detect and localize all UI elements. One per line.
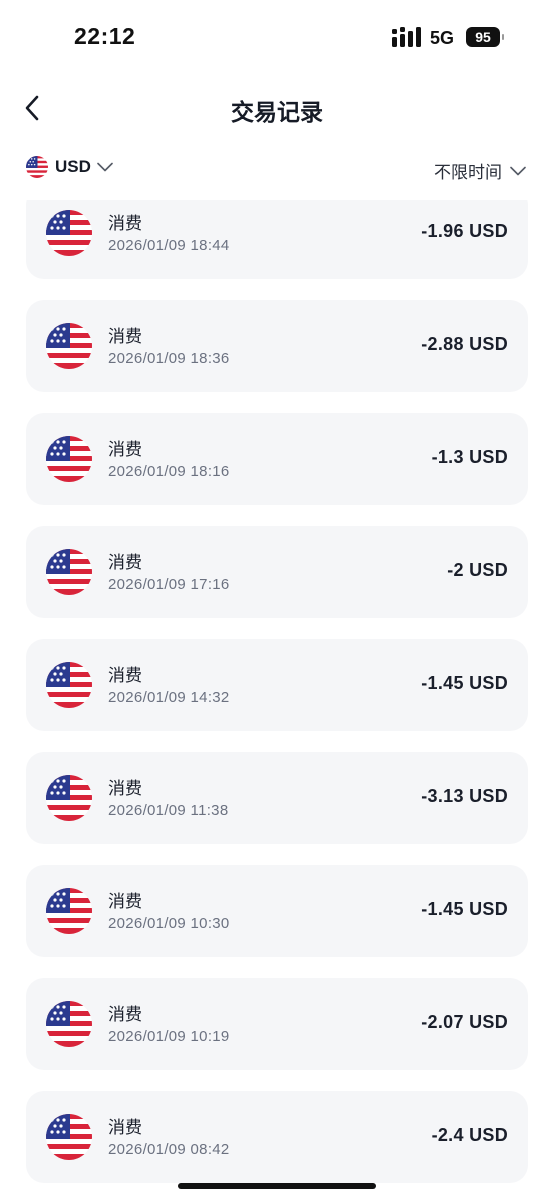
- home-indicator: [178, 1183, 376, 1189]
- transaction-type: 消费: [108, 214, 142, 233]
- transaction-card[interactable]: 消费 2026/01/09 11:38 -3.13 USD: [26, 752, 528, 844]
- us-flag-icon: [46, 323, 92, 369]
- us-flag-icon: [46, 1001, 92, 1047]
- transaction-time: 2026/01/09 10:19: [108, 1028, 230, 1045]
- transaction-card[interactable]: 消费 2026/01/09 18:44 -1.96 USD: [26, 200, 528, 279]
- transaction-type: 消费: [108, 779, 142, 798]
- transaction-amount: -2.07 USD: [421, 1012, 508, 1032]
- transaction-amount: -1.45 USD: [421, 899, 508, 919]
- us-flag-icon: [46, 888, 92, 934]
- time-filter-label: 不限时间: [434, 163, 502, 182]
- battery-icon: 95: [466, 27, 504, 47]
- transaction-time: 2026/01/09 14:32: [108, 689, 230, 706]
- status-time: 22:12: [74, 23, 136, 49]
- transaction-amount: -2 USD: [447, 560, 508, 580]
- currency-filter-label: USD: [55, 157, 91, 176]
- transaction-card[interactable]: 消费 2026/01/09 10:30 -1.45 USD: [26, 865, 528, 957]
- network-label: 5G: [430, 28, 455, 48]
- transaction-card[interactable]: 消费 2026/01/09 10:19 -2.07 USD: [26, 978, 528, 1070]
- transaction-time: 2026/01/09 08:42: [108, 1141, 230, 1158]
- transaction-type: 消费: [108, 1118, 142, 1137]
- nav-bar: 交易记录: [0, 76, 554, 140]
- transaction-time: 2026/01/09 17:16: [108, 576, 230, 593]
- transaction-time: 2026/01/09 18:44: [108, 237, 230, 254]
- currency-filter-dropdown[interactable]: USD: [26, 156, 113, 178]
- transaction-time: 2026/01/09 18:36: [108, 350, 230, 367]
- transaction-type: 消费: [108, 666, 142, 685]
- filter-row: USD 不限时间: [0, 150, 554, 190]
- us-flag-icon: [46, 775, 92, 821]
- transaction-time: 2026/01/09 10:30: [108, 915, 230, 932]
- time-filter-dropdown[interactable]: 不限时间: [434, 158, 526, 183]
- transaction-amount: -2.88 USD: [421, 334, 508, 354]
- transaction-type: 消费: [108, 327, 142, 346]
- transaction-time: 2026/01/09 18:16: [108, 463, 230, 480]
- us-flag-icon: [46, 210, 92, 256]
- transaction-type: 消费: [108, 553, 142, 572]
- battery-level: 95: [466, 27, 500, 47]
- transaction-type: 消费: [108, 892, 142, 911]
- transaction-card[interactable]: 消费 2026/01/09 17:16 -2 USD: [26, 526, 528, 618]
- transaction-card[interactable]: 消费 2026/01/09 08:42 -2.4 USD: [26, 1091, 528, 1183]
- transaction-type: 消费: [108, 440, 142, 459]
- status-bar: 22:12 5G 95: [0, 0, 554, 76]
- us-flag-icon: [46, 436, 92, 482]
- chevron-down-icon: [97, 162, 113, 172]
- transaction-time: 2026/01/09 11:38: [108, 802, 229, 819]
- us-flag-icon: [46, 662, 92, 708]
- page-title: 交易记录: [231, 99, 323, 125]
- signal-icon: [392, 27, 421, 47]
- transaction-type: 消费: [108, 1005, 142, 1024]
- transaction-card[interactable]: 消费 2026/01/09 18:36 -2.88 USD: [26, 300, 528, 392]
- chevron-down-icon: [510, 166, 526, 175]
- us-flag-icon: [46, 549, 92, 595]
- transaction-card[interactable]: 消费 2026/01/09 14:32 -1.45 USD: [26, 639, 528, 731]
- transaction-amount: -1.3 USD: [431, 447, 508, 467]
- us-flag-icon: [26, 156, 48, 178]
- transaction-amount: -1.96 USD: [421, 221, 508, 241]
- transaction-card[interactable]: 消费 2026/01/09 18:16 -1.3 USD: [26, 413, 528, 505]
- us-flag-icon: [46, 1114, 92, 1160]
- transaction-amount: -1.45 USD: [421, 673, 508, 693]
- transaction-amount: -2.4 USD: [431, 1125, 508, 1145]
- transaction-amount: -3.13 USD: [421, 786, 508, 806]
- transaction-scroll-area[interactable]: 消费 2026/01/09 18:44 -1.96 USD 消费 2026/01…: [0, 200, 554, 1200]
